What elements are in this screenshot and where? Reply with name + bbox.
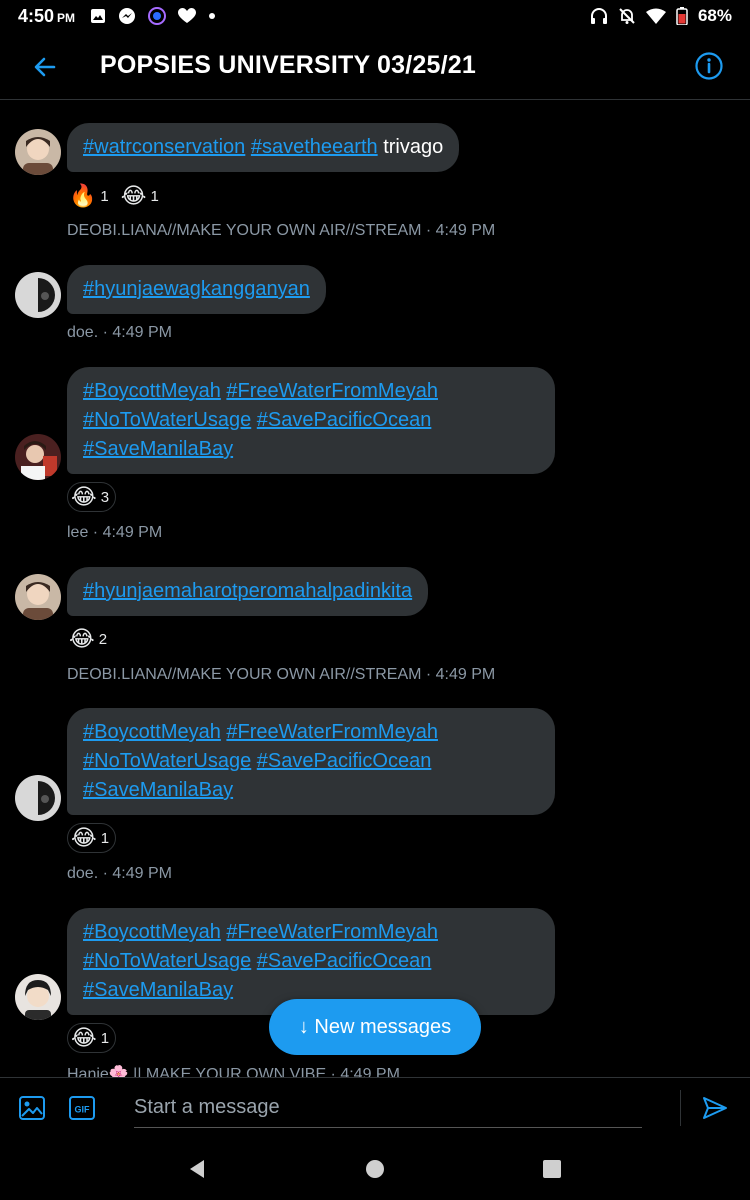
message-input[interactable] [134,1088,642,1128]
status-right: 68% [590,6,732,26]
message-meta: doe. · 4:49 PM [67,324,172,341]
notification-icons [90,7,216,25]
hashtag-link[interactable]: #SavePacificOcean [257,750,432,772]
hashtag-link[interactable]: #watrconservation [83,136,245,158]
svg-text:GIF: GIF [75,1105,91,1115]
reactions: 😂 2 [67,624,111,654]
image-icon[interactable] [18,1094,46,1122]
laughing-emoji-icon: 😂 [71,484,97,509]
laughing-emoji-icon: 😂 [71,825,97,850]
hashtag-link[interactable]: #FreeWaterFromMeyah [226,380,438,402]
reactions: 😂 1 [67,1023,117,1053]
headphones-icon [590,8,607,24]
message-meta: Hanie🌸 || MAKE YOUR OWN VIBE · 4:49 PM [67,1066,400,1077]
message-composer: GIF [0,1077,750,1137]
heart-notification-icon [178,8,196,23]
hashtag-link[interactable]: #NoToWaterUsage [83,950,251,972]
reaction-chip[interactable]: 😂 1 [119,181,163,211]
message-bubble[interactable]: #watrconservation #savetheearth trivago [67,123,460,172]
system-navigation-bar [0,1137,750,1200]
send-icon[interactable] [701,1094,729,1122]
hashtag-link[interactable]: #savetheearth [251,136,378,158]
reaction-chip[interactable]: 😂 3 [67,482,117,512]
nav-home-icon[interactable] [363,1157,387,1181]
laughing-emoji-icon: 😂 [71,1025,97,1050]
hashtag-link[interactable]: #SaveManilaBay [83,779,233,801]
info-icon[interactable] [694,51,724,81]
laughing-emoji-icon: 😂 [120,183,147,208]
messenger-notification-icon [119,8,135,24]
message-bubble[interactable]: #hyunjaewagkangganyan [67,265,326,314]
conversation-title: POPSIES UNIVERSITY 03/25/21 [100,51,476,79]
avatar[interactable] [15,574,61,620]
laughing-emoji-icon: 😂 [69,626,95,651]
reactions: 😂 1 [67,823,117,853]
battery-icon [676,7,688,25]
app-notification-icon [148,7,166,25]
avatar[interactable] [15,129,61,175]
composer-divider [680,1090,681,1126]
status-bar: 4:50 PM 68% [0,0,750,34]
hashtag-link[interactable]: #BoycottMeyah [83,380,221,402]
avatar[interactable] [15,272,61,318]
hashtag-link[interactable]: #NoToWaterUsage [83,750,251,772]
gallery-notification-icon [91,9,105,23]
fire-emoji-icon: 🔥 [69,183,97,208]
nav-back-icon[interactable] [185,1157,209,1181]
reactions: 🔥 1 😂 1 [67,181,163,211]
hashtag-link[interactable]: #BoycottMeyah [83,721,221,743]
status-time: 4:50 PM [18,6,76,26]
message-meta: doe. · 4:49 PM [67,865,172,882]
wifi-icon [645,8,666,24]
message-bubble[interactable]: #hyunjaemaharotperomahalpadinkita [67,567,429,616]
new-messages-button[interactable]: ↓ New messages [269,999,481,1055]
hashtag-link[interactable]: #NoToWaterUsage [83,409,251,431]
conversation-header: POPSIES UNIVERSITY 03/25/21 [0,34,750,100]
avatar[interactable] [15,775,61,821]
hashtag-link[interactable]: #BoycottMeyah [83,921,221,943]
reaction-chip[interactable]: 😂 1 [67,1023,117,1053]
hashtag-link[interactable]: #FreeWaterFromMeyah [226,921,438,943]
battery-percent: 68% [697,6,732,25]
back-arrow-icon[interactable] [28,50,62,84]
hashtag-link[interactable]: #FreeWaterFromMeyah [226,721,438,743]
hashtag-link[interactable]: #hyunjaemaharotperomahalpadinkita [83,580,412,602]
hashtag-link[interactable]: #hyunjaewagkangganyan [83,278,310,300]
reactions: 😂 3 [67,482,117,512]
reaction-chip[interactable]: 😂 2 [67,624,111,654]
reaction-chip[interactable]: 😂 1 [67,823,117,853]
message-meta: DEOBI.LIANA//MAKE YOUR OWN AIR//STREAM ·… [67,666,496,683]
hashtag-link[interactable]: #SavePacificOcean [257,950,432,972]
message-meta: lee · 4:49 PM [67,524,163,541]
mute-bell-icon [619,8,635,24]
message-bubble[interactable]: #BoycottMeyah #FreeWaterFromMeyah #NoToW… [67,708,555,815]
gif-icon[interactable]: GIF [68,1094,96,1122]
nav-recents-icon[interactable] [540,1157,564,1181]
hashtag-link[interactable]: #SaveManilaBay [83,438,233,460]
hashtag-link[interactable]: #SaveManilaBay [83,979,233,1001]
message-text: trivago [377,136,444,158]
message-bubble[interactable]: #BoycottMeyah #FreeWaterFromMeyah #NoToW… [67,367,555,474]
avatar[interactable] [15,974,61,1020]
message-meta: DEOBI.LIANA//MAKE YOUR OWN AIR//STREAM ·… [67,222,496,239]
more-notifications-dot-icon [209,13,215,19]
message-list[interactable]: #watrconservation #savetheearth trivago … [0,101,750,1077]
reaction-chip[interactable]: 🔥 1 [67,181,113,211]
hashtag-link[interactable]: #SavePacificOcean [257,409,432,431]
avatar[interactable] [15,434,61,480]
